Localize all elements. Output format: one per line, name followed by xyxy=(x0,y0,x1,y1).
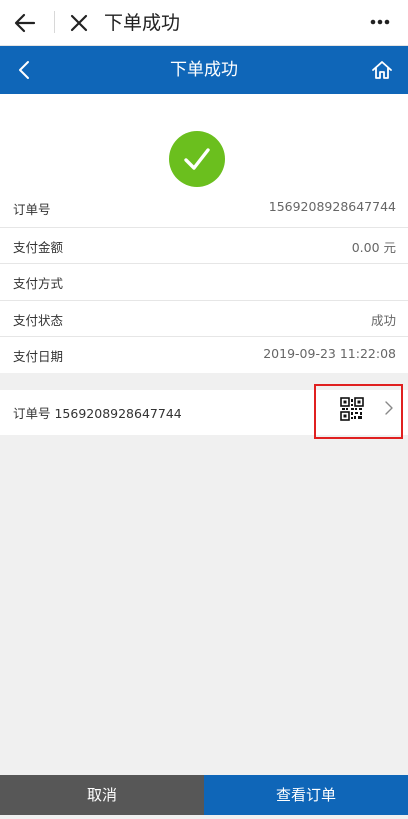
order-result-panel: 订单号 1569208928647744 支付金额 0.00 元 支付方式 支付… xyxy=(0,94,408,373)
detail-label: 支付金额 xyxy=(13,239,64,255)
detail-row-order-number: 订单号 1569208928647744 xyxy=(0,190,408,227)
detail-value: 1569208928647744 xyxy=(268,199,396,214)
cancel-button[interactable]: 取消 xyxy=(0,775,204,815)
detail-row-payment-date: 支付日期 2019-09-23 11:22:08 xyxy=(0,336,408,373)
success-badge xyxy=(169,131,225,187)
detail-row-amount: 支付金额 0.00 元 xyxy=(0,226,408,264)
page-title: 下单成功 xyxy=(170,60,238,80)
detail-row-payment-method: 支付方式 xyxy=(0,263,408,300)
bottom-edge xyxy=(0,815,408,819)
order-details: 订单号 1569208928647744 支付金额 0.00 元 支付方式 支付… xyxy=(0,190,408,373)
checkmark-icon xyxy=(184,148,210,170)
detail-label: 订单号 xyxy=(13,202,51,217)
detail-value: 2019-09-23 11:22:08 xyxy=(263,346,396,361)
more-icon[interactable] xyxy=(370,19,390,25)
close-icon[interactable] xyxy=(68,12,90,34)
back-arrow-icon[interactable] xyxy=(12,10,38,36)
detail-label: 支付方式 xyxy=(13,276,64,291)
detail-label: 支付状态 xyxy=(13,312,64,328)
qr-highlight-box xyxy=(314,384,403,439)
toolbar-divider xyxy=(54,11,55,33)
detail-label: 支付日期 xyxy=(13,349,64,364)
webview-toolbar: 下单成功 xyxy=(0,0,408,46)
app-header: 下单成功 xyxy=(0,46,408,94)
detail-value: 成功 xyxy=(370,312,396,328)
order-qr-label: 订单号 1569208928647744 xyxy=(13,406,182,421)
home-icon[interactable] xyxy=(370,58,394,82)
webview-title: 下单成功 xyxy=(104,12,181,34)
detail-row-payment-status: 支付状态 成功 xyxy=(0,299,408,337)
detail-value: 0.00 元 xyxy=(351,239,396,255)
view-order-button[interactable]: 查看订单 xyxy=(204,775,408,815)
